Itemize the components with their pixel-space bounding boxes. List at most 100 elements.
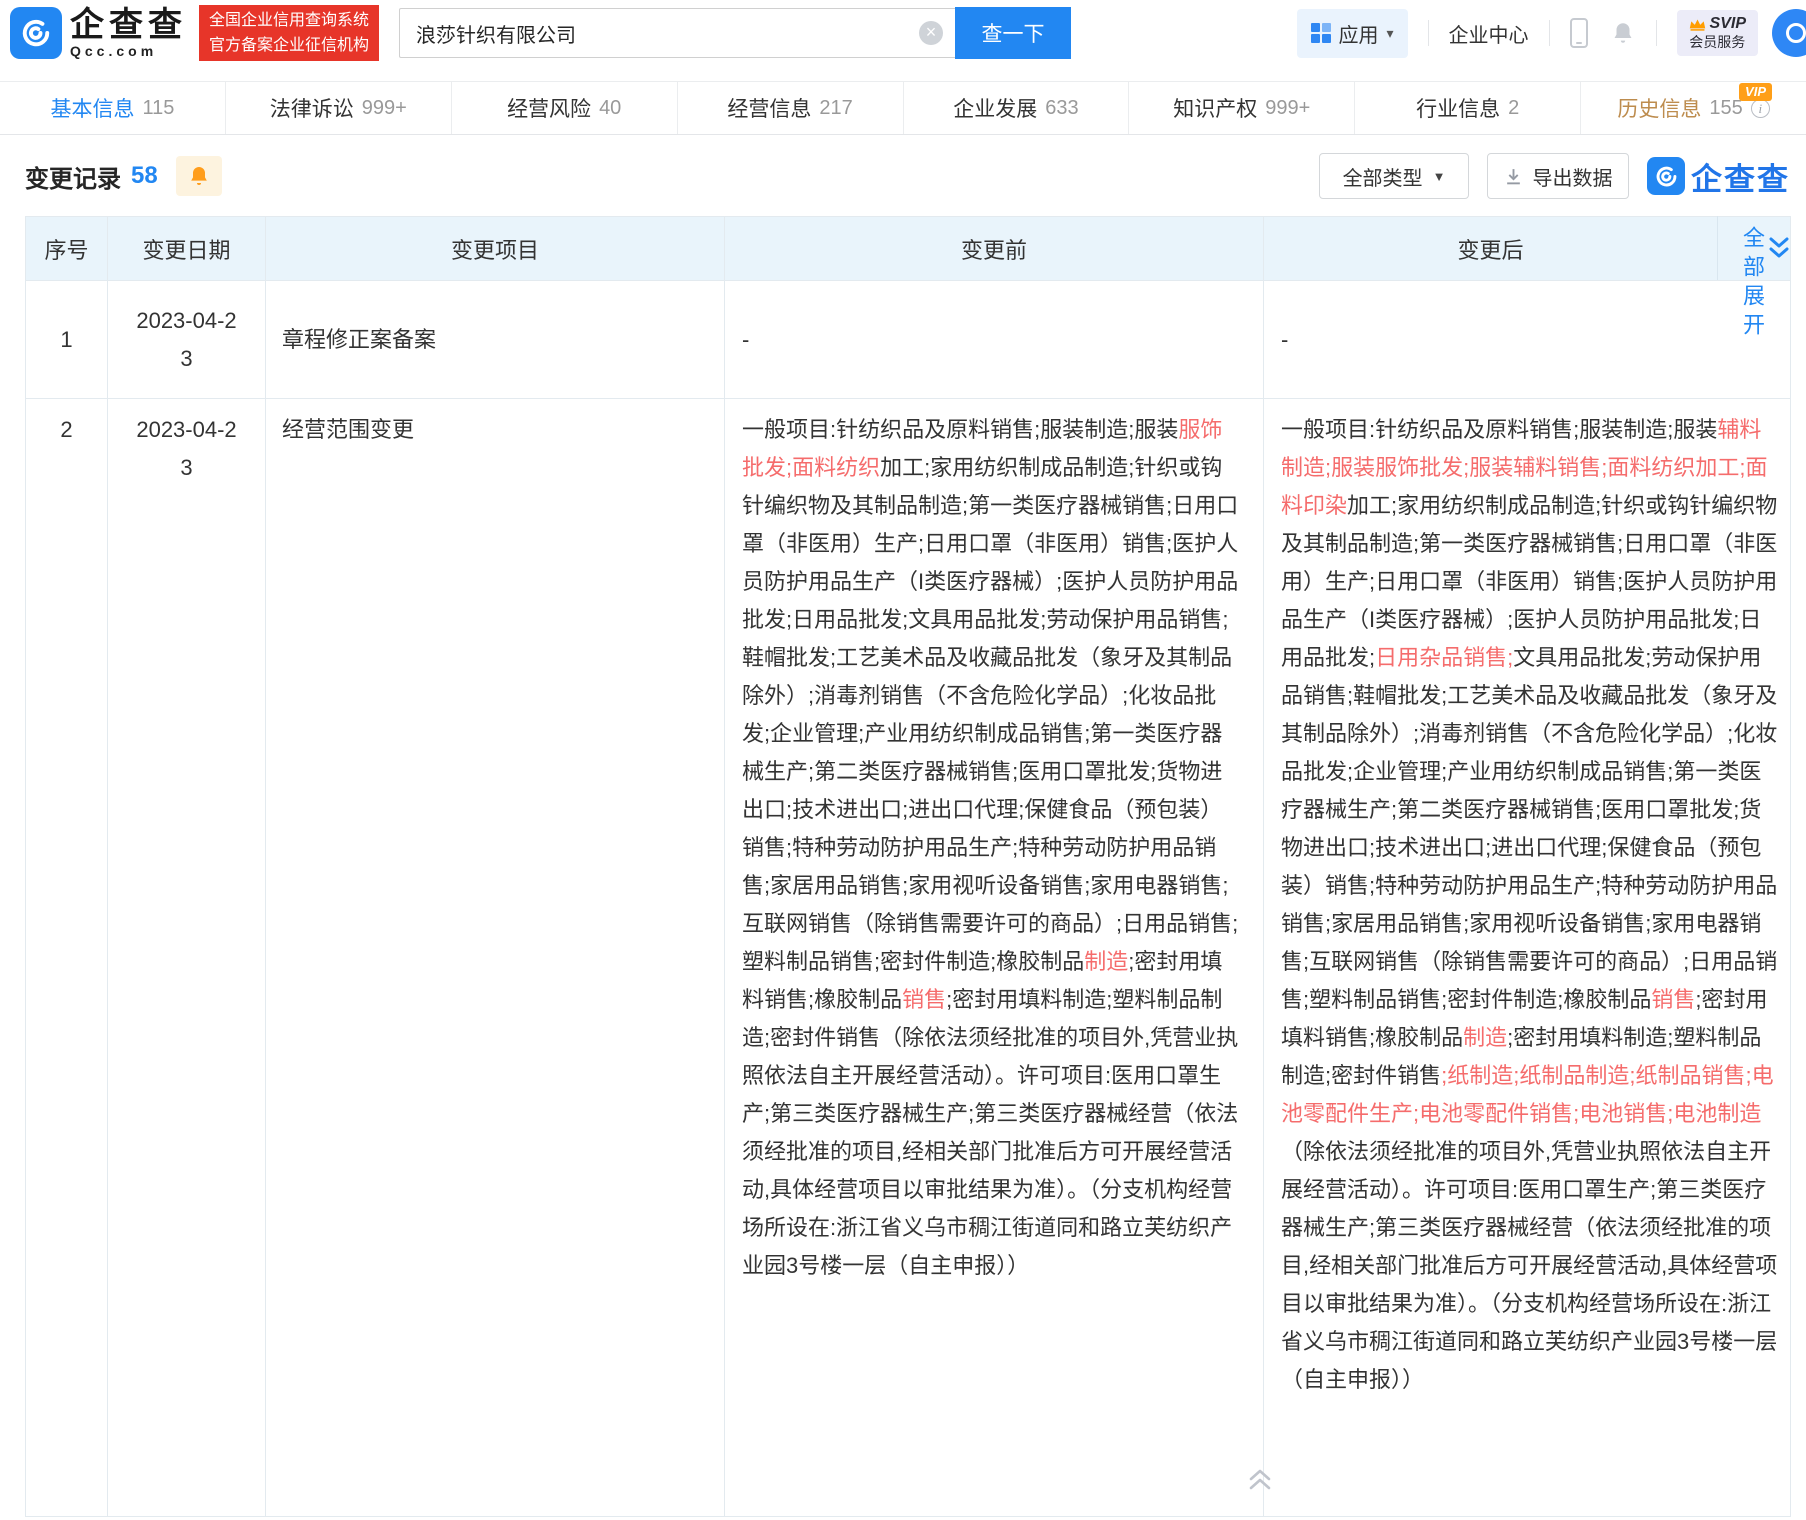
text-segment: 文具用品批发;劳动保护用品销售;鞋帽批发;工艺美术品及收藏品批发（象牙及其制品除…	[1281, 645, 1777, 1012]
highlighted-text: 制造	[1463, 1025, 1507, 1050]
tab-label: 行业信息	[1416, 93, 1500, 123]
subscribe-bell-button[interactable]	[176, 156, 222, 196]
tabs-bar: 基本信息 115 法律诉讼 999+ 经营风险 40 经营信息 217 企业发展633 知识产权 9…	[0, 81, 1806, 135]
cell-序号: 2	[26, 399, 108, 1517]
tab-label: 经营信息	[727, 93, 811, 123]
cell-变更日期: 2023-04-23	[108, 281, 266, 399]
tab-legal-cases[interactable]: 法律诉讼 999+	[226, 82, 452, 134]
tab-label: 知识产权	[1173, 93, 1257, 123]
tab-count: 633	[1045, 97, 1078, 120]
export-label: 导出数据	[1533, 162, 1613, 191]
highlighted-text: 销售	[1651, 987, 1695, 1012]
cell-变更后: -	[1264, 281, 1791, 399]
tab-label: 基本信息	[50, 93, 134, 123]
expand-all-control[interactable]: 全部展开	[1717, 216, 1789, 280]
tab-count: 999+	[1265, 97, 1310, 120]
tab-label: 经营风险	[507, 93, 591, 123]
apps-label: 应用	[1339, 19, 1379, 48]
column-header-date: 变更日期	[108, 217, 266, 281]
tab-label: 历史信息	[1617, 93, 1701, 123]
export-data-button[interactable]: 导出数据	[1487, 153, 1629, 199]
section-bar: 变更记录 58 全部类型 ▼ 导出数据 企查查	[0, 152, 1806, 200]
cell-序号: 1	[26, 281, 108, 399]
brand-domain: Qcc.com	[70, 43, 187, 59]
section-title: 变更记录	[25, 159, 121, 194]
highlighted-text: 销售	[902, 987, 946, 1012]
divider	[1428, 20, 1429, 46]
svip-label: SVIP	[1710, 15, 1746, 33]
chevron-down-icon: ▼	[1433, 169, 1446, 184]
highlighted-text: 制造	[1084, 949, 1128, 974]
column-header-item: 变更项目	[266, 217, 725, 281]
qcc-watermark-icon	[1647, 157, 1685, 195]
tab-count: 2	[1508, 97, 1519, 120]
text-segment: ;密封用填料制造;塑料制品制造;密封件销售（除依法须经批准的项目外,凭营业执照依…	[742, 987, 1238, 1278]
tab-count: 999+	[362, 97, 407, 120]
apps-grid-icon	[1311, 23, 1331, 43]
text-segment: 一般项目:针纺织品及原料销售;服装制造;服装	[1281, 417, 1717, 442]
qcc-logo[interactable]: 企查查 Qcc.com	[10, 7, 187, 59]
tab-count: 40	[599, 97, 621, 120]
text-segment: 一般项目:针纺织品及原料销售;服装制造;服装	[742, 417, 1178, 442]
customer-service-icon[interactable]	[1772, 9, 1806, 57]
text-segment: 加工;家用纺织制成品制造;针织或钩针编织物及其制品制造;第一类医疗器械销售;日用…	[742, 455, 1238, 974]
tab-company-development[interactable]: 企业发展633	[904, 82, 1130, 134]
top-header: 企查查 Qcc.com 全国企业信用查询系统 官方备案企业征信机构 × 查一下 …	[0, 0, 1806, 66]
tab-business-info[interactable]: 经营信息 217	[678, 82, 904, 134]
text-segment: -	[742, 327, 749, 352]
change-record-row: 12023-04-23章程修正案备案--	[26, 281, 1791, 399]
section-count: 58	[131, 162, 158, 190]
search-input[interactable]	[400, 9, 955, 57]
column-header-no: 序号	[26, 217, 108, 281]
download-icon	[1504, 167, 1523, 186]
notification-bell-icon[interactable]	[1610, 19, 1636, 47]
svip-sub-label: 会员服务	[1689, 33, 1746, 51]
cell-变更项目: 章程修正案备案	[266, 281, 725, 399]
vip-badge: VIP	[1739, 83, 1772, 101]
clear-search-icon[interactable]: ×	[919, 21, 943, 45]
double-chevron-down-icon	[1768, 236, 1790, 267]
type-filter-dropdown[interactable]: 全部类型 ▼	[1319, 153, 1469, 199]
tab-basic-info[interactable]: 基本信息 115	[0, 82, 226, 134]
tab-count: 155	[1709, 97, 1742, 120]
text-segment: （除依法须经批准的项目外,凭营业执照依法自主开展经营活动）。许可项目:医用口罩生…	[1281, 1139, 1777, 1392]
search-box: ×	[399, 8, 955, 58]
bell-icon	[187, 163, 211, 189]
chevron-down-icon: ▾	[1387, 25, 1394, 42]
svip-member-services[interactable]: SVIP 会员服务	[1677, 10, 1758, 56]
column-header-after: 变更后	[1264, 217, 1791, 281]
table-header-row: 序号变更日期变更项目变更前变更后	[26, 217, 1791, 281]
type-filter-label: 全部类型	[1343, 162, 1423, 191]
cell-变更日期: 2023-04-23	[108, 399, 266, 1517]
info-icon: i	[1751, 99, 1770, 118]
divider	[1549, 20, 1550, 46]
tab-business-risk[interactable]: 经营风险 40	[452, 82, 678, 134]
tab-industry-info[interactable]: 行业信息 2	[1355, 82, 1581, 134]
qcc-logo-icon	[10, 7, 62, 59]
enterprise-center-link[interactable]: 企业中心	[1449, 19, 1529, 48]
mobile-app-icon[interactable]	[1570, 18, 1588, 48]
apps-menu-button[interactable]: 应用 ▾	[1297, 9, 1408, 58]
collapse-double-chevron-up-icon[interactable]	[1247, 1468, 1273, 1497]
tab-intellectual-property[interactable]: 知识产权 999+	[1129, 82, 1355, 134]
cell-变更前: -	[725, 281, 1264, 399]
highlighted-text: 日用杂品销售;	[1375, 645, 1513, 670]
text-segment: 加工;家用纺织制成品制造;针织或钩针编织物及其制品制造;第一类医疗器械销售;日用…	[1281, 493, 1777, 670]
logo-text: 企查查 Qcc.com	[70, 7, 187, 59]
tab-count: 217	[819, 97, 852, 120]
slogan-badge: 全国企业信用查询系统 官方备案企业征信机构	[199, 5, 379, 61]
column-header-before: 变更前	[725, 217, 1264, 281]
crown-icon	[1689, 18, 1706, 31]
tab-label: 法律诉讼	[270, 93, 354, 123]
expand-all-label: 全部展开	[1736, 226, 1768, 406]
change-table-body: 12023-04-23章程修正案备案--22023-04-23经营范围变更一般项…	[26, 281, 1791, 1517]
search-button[interactable]: 查一下	[955, 7, 1071, 59]
header-right-nav: 应用 ▾ 企业中心 SVIP 会员服务	[1297, 9, 1806, 58]
cell-变更前: 一般项目:针纺织品及原料销售;服装制造;服装服饰批发;面料纺织加工;家用纺织制成…	[725, 399, 1264, 1517]
change-records-table: 序号变更日期变更项目变更前变更后 12023-04-23章程修正案备案--220…	[25, 216, 1791, 1517]
slogan-line1: 全国企业信用查询系统	[209, 8, 369, 33]
change-record-row: 22023-04-23经营范围变更一般项目:针纺织品及原料销售;服装制造;服装服…	[26, 399, 1791, 1517]
tab-count: 115	[142, 97, 174, 120]
tab-history-info[interactable]: 历史信息 155VIPi	[1581, 82, 1806, 134]
brand-name: 企查查	[70, 7, 187, 43]
